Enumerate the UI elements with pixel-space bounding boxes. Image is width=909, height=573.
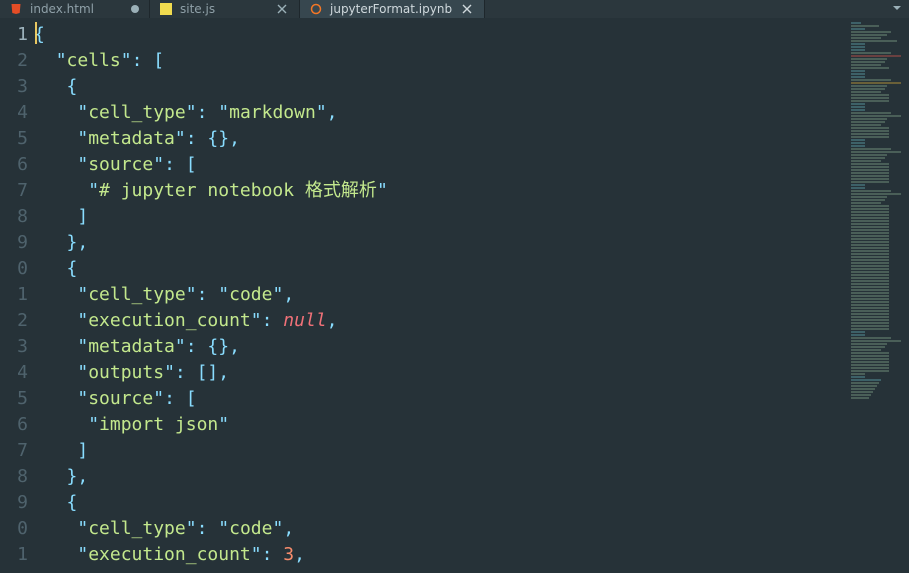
code-line[interactable]: }, [34, 230, 845, 256]
code-line[interactable]: { [34, 74, 845, 100]
code-line[interactable]: "cell_type": "code", [34, 516, 845, 542]
code-line[interactable]: "execution_count": null, [34, 308, 845, 334]
line-number: 7 [0, 178, 28, 204]
tab-jupyterformat-ipynb[interactable]: jupyterFormat.ipynb [300, 0, 485, 18]
tab-overflow-button[interactable] [885, 0, 909, 18]
line-number: 4 [0, 100, 28, 126]
code-line[interactable]: }, [34, 464, 845, 490]
line-number: 0 [0, 516, 28, 542]
line-number: 4 [0, 360, 28, 386]
line-number: 5 [0, 386, 28, 412]
line-number: 5 [0, 126, 28, 152]
code-line[interactable]: "# jupyter notebook 格式解析" [34, 178, 845, 204]
unsaved-dot-icon [131, 5, 139, 13]
line-number: 8 [0, 464, 28, 490]
line-number: 6 [0, 412, 28, 438]
line-number: 9 [0, 490, 28, 516]
editor[interactable]: 123456789012345678901 { "cells": [ { "ce… [0, 18, 909, 573]
tab-label: jupyterFormat.ipynb [330, 2, 452, 16]
code-line[interactable]: "metadata": {}, [34, 334, 845, 360]
file-js-icon [160, 3, 172, 15]
code-line[interactable]: { [34, 490, 845, 516]
code-line[interactable]: "execution_count": 3, [34, 542, 845, 568]
code-line[interactable]: { [34, 22, 845, 48]
close-icon[interactable] [275, 2, 289, 16]
line-number: 2 [0, 308, 28, 334]
line-number-gutter: 123456789012345678901 [0, 18, 32, 573]
file-jupyter-icon [310, 3, 322, 15]
code-area[interactable]: { "cells": [ { "cell_type": "markdown", … [32, 18, 845, 573]
code-line[interactable]: "cell_type": "markdown", [34, 100, 845, 126]
tab-label: index.html [30, 2, 94, 16]
tab-site-js[interactable]: site.js [150, 0, 300, 18]
code-line[interactable]: "cell_type": "code", [34, 282, 845, 308]
line-number: 3 [0, 334, 28, 360]
close-icon[interactable] [460, 2, 474, 16]
tab-bar: index.html site.js jupyterFormat.ipynb [0, 0, 909, 18]
line-number: 0 [0, 256, 28, 282]
line-number: 1 [0, 542, 28, 568]
code-line[interactable]: { [34, 256, 845, 282]
line-number: 8 [0, 204, 28, 230]
code-line[interactable]: "source": [ [34, 152, 845, 178]
file-html-icon [10, 3, 22, 15]
tab-label: site.js [180, 2, 215, 16]
code-line[interactable]: "source": [ [34, 386, 845, 412]
code-line[interactable]: "outputs": [], [34, 360, 845, 386]
code-line[interactable]: "metadata": {}, [34, 126, 845, 152]
line-number: 7 [0, 438, 28, 464]
line-number: 2 [0, 48, 28, 74]
line-number: 1 [0, 282, 28, 308]
line-number: 1 [0, 22, 28, 48]
code-line[interactable]: "import json" [34, 412, 845, 438]
line-number: 6 [0, 152, 28, 178]
chevron-down-icon [891, 2, 903, 17]
code-line[interactable]: ] [34, 438, 845, 464]
code-line[interactable]: "cells": [ [34, 48, 845, 74]
line-number: 9 [0, 230, 28, 256]
minimap[interactable] [845, 18, 909, 573]
code-line[interactable]: ] [34, 204, 845, 230]
tab-index-html[interactable]: index.html [0, 0, 150, 18]
line-number: 3 [0, 74, 28, 100]
